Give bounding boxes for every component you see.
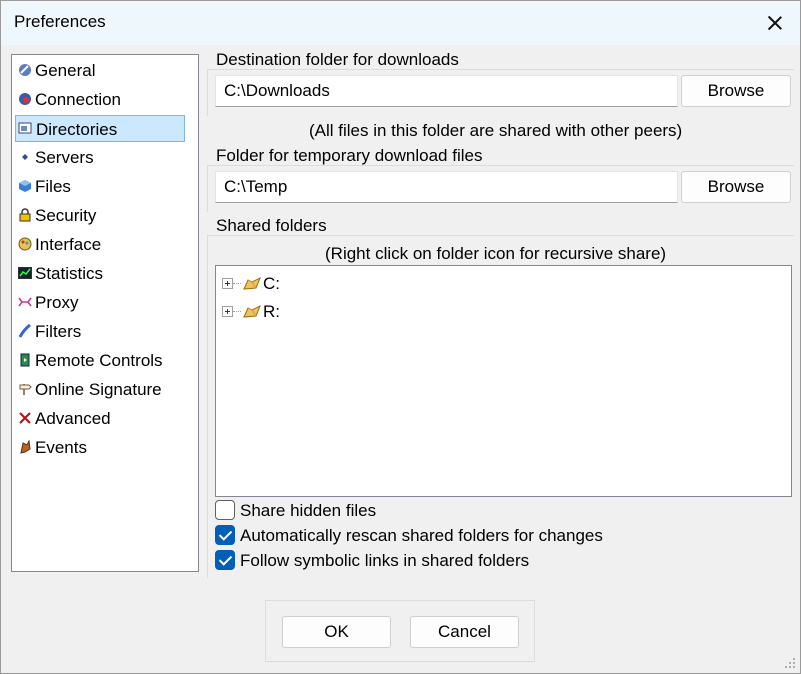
folder-icon[interactable] <box>242 275 262 293</box>
tree-item-label: R: <box>263 302 280 321</box>
nav-item-proxy[interactable]: Proxy <box>15 289 185 316</box>
tree-item-r[interactable]: R: <box>222 301 342 323</box>
nav-item-label: Advanced <box>35 409 111 428</box>
nav-item-general[interactable]: General <box>15 57 185 84</box>
nav-item-label: Proxy <box>35 293 79 312</box>
shared-folders-note: (Right click on folder icon for recursiv… <box>325 244 667 263</box>
tree-connector <box>233 311 241 312</box>
share-hidden-label[interactable]: Share hidden files <box>240 501 376 521</box>
downloads-folder-input[interactable]: C:\Downloads <box>215 75 678 107</box>
ok-button[interactable]: OK <box>282 616 391 648</box>
nav-item-advanced[interactable]: Advanced <box>15 405 185 432</box>
filters-icon <box>18 324 31 338</box>
nav-item-label: Events <box>35 438 87 457</box>
nav-item-label: Filters <box>35 322 82 341</box>
follow-links-checkbox[interactable] <box>215 550 235 570</box>
preferences-dialog: Preferences General Connection Directori… <box>0 0 801 674</box>
nav-item-label: Files <box>35 177 71 196</box>
close-button[interactable] <box>751 5 797 41</box>
general-icon <box>19 64 31 76</box>
nav-item-label: Servers <box>35 148 94 167</box>
folder-icon[interactable] <box>242 303 262 321</box>
connection-icon <box>19 93 31 105</box>
interface-icon <box>18 237 32 251</box>
nav-item-statistics[interactable]: Statistics <box>15 260 185 287</box>
auto-rescan-label[interactable]: Automatically rescan shared folders for … <box>240 526 603 546</box>
events-icon <box>20 440 31 454</box>
nav-item-label: Interface <box>35 235 102 254</box>
category-list[interactable]: General Connection Directories Servers F… <box>11 54 199 572</box>
nav-item-label: Directories <box>36 120 118 139</box>
nav-item-label: General <box>35 61 96 80</box>
window-title: Preferences <box>14 12 106 31</box>
browse-temp-button[interactable]: Browse <box>681 171 791 203</box>
nav-item-security[interactable]: Security <box>15 202 185 229</box>
nav-item-remote-controls[interactable]: Remote Controls <box>15 347 185 374</box>
nav-item-label: Security <box>35 206 97 225</box>
cancel-button[interactable]: Cancel <box>410 616 519 648</box>
follow-links-label[interactable]: Follow symbolic links in shared folders <box>240 551 529 571</box>
tree-connector <box>233 283 241 284</box>
nav-item-label: Statistics <box>35 264 104 283</box>
nav-item-label: Online Signature <box>35 380 162 399</box>
downloads-folder-label: Destination folder for downloads <box>216 50 459 69</box>
temp-folder-input[interactable]: C:\Temp <box>215 171 678 203</box>
signpost-icon <box>19 384 32 395</box>
nav-item-interface[interactable]: Interface <box>15 231 185 258</box>
nav-item-label: Connection <box>35 90 122 109</box>
tree-item-label: C: <box>263 274 280 293</box>
advanced-icon <box>19 412 31 424</box>
title-bar: Preferences <box>1 1 800 45</box>
files-icon <box>19 180 31 192</box>
remote-controls-icon <box>20 353 30 367</box>
nav-item-directories[interactable]: Directories <box>15 115 185 142</box>
nav-item-servers[interactable]: Servers <box>15 144 185 171</box>
downloads-shared-note: (All files in this folder are shared wit… <box>309 121 683 140</box>
nav-item-label: Remote Controls <box>35 351 163 370</box>
nav-item-online-signature[interactable]: Online Signature <box>15 376 185 403</box>
lock-icon <box>19 208 31 222</box>
nav-item-events[interactable]: Events <box>15 434 185 461</box>
auto-rescan-checkbox[interactable] <box>215 525 235 545</box>
resize-grip-icon[interactable] <box>783 656 797 670</box>
expand-icon[interactable] <box>222 306 233 317</box>
nav-item-files[interactable]: Files <box>15 173 185 200</box>
share-hidden-checkbox[interactable] <box>215 500 235 520</box>
expand-icon[interactable] <box>222 278 233 289</box>
nav-item-connection[interactable]: Connection <box>15 86 185 113</box>
shared-folders-label: Shared folders <box>216 216 327 235</box>
statistics-icon <box>18 267 32 279</box>
shared-folders-tree[interactable]: C: R: <box>215 265 792 497</box>
directories-icon <box>18 122 32 134</box>
nav-item-filters[interactable]: Filters <box>15 318 185 345</box>
servers-icon <box>19 154 31 160</box>
tree-item-c[interactable]: C: <box>222 273 342 295</box>
proxy-icon <box>18 297 32 307</box>
browse-downloads-button[interactable]: Browse <box>681 75 791 107</box>
temp-folder-label: Folder for temporary download files <box>216 146 483 165</box>
